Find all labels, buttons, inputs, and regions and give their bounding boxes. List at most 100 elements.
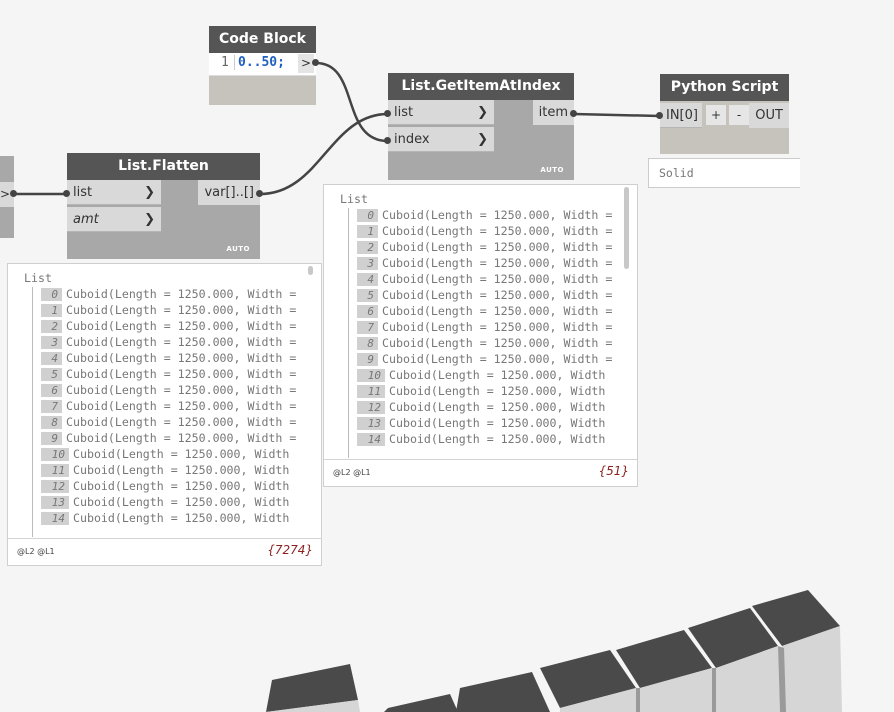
list-item-value: Cuboid(Length = 1250.000, Width = <box>382 352 613 366</box>
list-flatten-title: List.Flatten <box>67 153 260 180</box>
chevron-right-icon: ❯ <box>144 212 155 227</box>
list-item: 5 Cuboid(Length = 1250.000, Width = <box>357 287 612 303</box>
list-item-value: Cuboid(Length = 1250.000, Width = <box>66 383 297 397</box>
list-item: 1 Cuboid(Length = 1250.000, Width = <box>41 302 296 318</box>
flatten-input-amt[interactable]: amt ❯ <box>67 207 161 232</box>
list-item: 4 Cuboid(Length = 1250.000, Width = <box>357 271 612 287</box>
list-item-index: 12 <box>357 401 385 414</box>
python-output-preview: Solid <box>648 158 800 188</box>
chevron-right-icon: ❯ <box>477 132 488 147</box>
list-item-value: Cuboid(Length = 1250.000, Width = <box>382 320 613 334</box>
list-item: 3 Cuboid(Length = 1250.000, Width = <box>41 334 296 350</box>
list-item-index: 2 <box>41 320 62 333</box>
list-item-value: Cuboid(Length = 1250.000, Width = <box>382 272 613 286</box>
list-item: 2 Cuboid(Length = 1250.000, Width = <box>41 318 296 334</box>
list-item-value: Cuboid(Length = 1250.000, Width = <box>66 351 297 365</box>
flatten-preview-bubble[interactable]: List 0 Cuboid(Length = 1250.000, Width = 1… <box>7 263 322 566</box>
code-block-output-dot[interactable] <box>312 59 319 66</box>
flatten-output-dot[interactable] <box>256 190 263 197</box>
code-block-node[interactable]: Code Block 1 0..50; > <box>209 26 316 105</box>
list-item-index: 6 <box>41 384 62 397</box>
list-item-index: 3 <box>357 257 378 270</box>
flatten-output-port[interactable]: var[]..[] <box>198 180 260 205</box>
list-item: 10 Cuboid(Length = 1250.000, Width <box>41 446 289 462</box>
getitem-title: List.GetItemAtIndex <box>388 73 574 100</box>
list-getitematindex-node[interactable]: List.GetItemAtIndex list ❯ index ❯ item … <box>388 73 574 180</box>
getitem-preview-scrollbar[interactable] <box>624 187 629 269</box>
list-item-index: 12 <box>41 480 69 493</box>
list-item: 12 Cuboid(Length = 1250.000, Width <box>41 478 289 494</box>
list-item-index: 7 <box>41 400 62 413</box>
list-item-value: Cuboid(Length = 1250.000, Width = <box>382 208 613 222</box>
list-item: 8 Cuboid(Length = 1250.000, Width = <box>357 335 612 351</box>
getitem-output-port[interactable]: item <box>532 100 574 125</box>
getitem-preview-levels: @L2 @L1 <box>333 468 371 477</box>
list-item-index: 14 <box>357 433 385 446</box>
list-item: 13 Cuboid(Length = 1250.000, Width <box>357 415 605 431</box>
list-item: 10 Cuboid(Length = 1250.000, Width <box>357 367 605 383</box>
list-tree-line <box>32 287 33 537</box>
getitem-preview-bubble[interactable]: List 0 Cuboid(Length = 1250.000, Width = 1… <box>323 184 638 487</box>
list-item-index: 11 <box>357 385 385 398</box>
python-input-port[interactable]: IN[0] <box>660 103 702 128</box>
list-item-value: Cuboid(Length = 1250.000, Width <box>389 416 606 430</box>
getitem-output-dot[interactable] <box>570 110 577 117</box>
list-item-index: 2 <box>357 241 378 254</box>
getitem-index-input-dot[interactable] <box>384 137 391 144</box>
getitem-input-index[interactable]: index ❯ <box>388 127 494 152</box>
offscreen-node-output-port[interactable] <box>10 190 17 197</box>
list-item-index: 13 <box>41 496 69 509</box>
list-item-value: Cuboid(Length = 1250.000, Width = <box>66 303 297 317</box>
add-input-button[interactable]: + <box>706 105 726 125</box>
list-flatten-node[interactable]: List.Flatten list ❯ amt ❯ var[]..[] AUTO <box>67 153 260 259</box>
flatten-input-list[interactable]: list ❯ <box>67 180 161 205</box>
list-item: 9 Cuboid(Length = 1250.000, Width = <box>357 351 612 367</box>
list-item: 0 Cuboid(Length = 1250.000, Width = <box>41 286 296 302</box>
list-item: 14 Cuboid(Length = 1250.000, Width <box>357 431 605 447</box>
list-item: 6 Cuboid(Length = 1250.000, Width = <box>41 382 296 398</box>
list-item-value: Cuboid(Length = 1250.000, Width = <box>66 287 297 301</box>
list-item-value: Cuboid(Length = 1250.000, Width <box>73 447 290 461</box>
list-item-index: 0 <box>357 209 378 222</box>
code-block-title: Code Block <box>209 26 316 53</box>
list-item-value: Cuboid(Length = 1250.000, Width <box>389 432 606 446</box>
getitem-list-input-dot[interactable] <box>384 110 391 117</box>
list-item-value: Cuboid(Length = 1250.000, Width <box>73 511 290 525</box>
remove-input-button[interactable]: - <box>729 105 749 125</box>
getitem-input-list-label: list <box>394 105 414 120</box>
list-item: 6 Cuboid(Length = 1250.000, Width = <box>357 303 612 319</box>
list-item-value: Cuboid(Length = 1250.000, Width <box>73 479 290 493</box>
getitem-input-index-label: index <box>394 132 430 147</box>
list-item-index: 5 <box>41 368 62 381</box>
code-block-line-number: 1 <box>221 55 229 70</box>
python-script-node[interactable]: Python Script IN[0] + - OUT <box>660 74 789 154</box>
list-item: 13 Cuboid(Length = 1250.000, Width <box>41 494 289 510</box>
list-item-value: Cuboid(Length = 1250.000, Width = <box>382 240 613 254</box>
list-item-value: Cuboid(Length = 1250.000, Width <box>389 400 606 414</box>
flatten-preview-count: {7274} <box>267 543 313 557</box>
list-item-value: Cuboid(Length = 1250.000, Width = <box>66 415 297 429</box>
list-item: 5 Cuboid(Length = 1250.000, Width = <box>41 366 296 382</box>
flatten-input-amt-label: amt <box>73 212 99 227</box>
list-item: 11 Cuboid(Length = 1250.000, Width <box>41 462 289 478</box>
code-block-editor[interactable]: 0..50; <box>234 55 285 70</box>
list-item-value: Cuboid(Length = 1250.000, Width = <box>382 288 613 302</box>
list-item-index: 0 <box>41 288 62 301</box>
list-tree-line <box>348 208 349 458</box>
flatten-lacing-mode: AUTO <box>226 245 250 253</box>
list-item-value: Cuboid(Length = 1250.000, Width = <box>66 399 297 413</box>
list-item-value: Cuboid(Length = 1250.000, Width = <box>382 224 613 238</box>
getitem-preview-count: {51} <box>598 464 629 478</box>
list-item-index: 3 <box>41 336 62 349</box>
offscreen-node-stub[interactable]: > <box>0 156 14 238</box>
list-item-index: 4 <box>41 352 62 365</box>
list-item-index: 9 <box>357 353 378 366</box>
getitem-input-list[interactable]: list ❯ <box>388 100 494 125</box>
flatten-list-input-dot[interactable] <box>63 190 70 197</box>
python-output-port[interactable]: OUT <box>749 103 789 128</box>
flatten-preview-scrollbar[interactable] <box>308 266 313 275</box>
python-input-dot[interactable] <box>656 112 663 119</box>
list-item: 9 Cuboid(Length = 1250.000, Width = <box>41 430 296 446</box>
list-item-index: 1 <box>357 225 378 238</box>
list-item-index: 10 <box>41 448 69 461</box>
